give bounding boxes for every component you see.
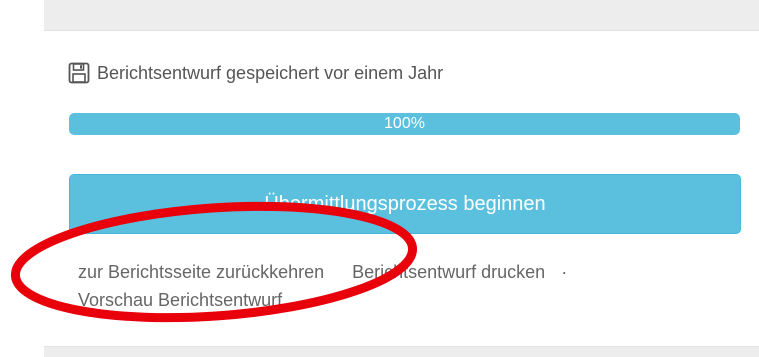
floppy-disk-icon — [67, 61, 91, 85]
preview-draft-link[interactable]: Vorschau Berichtsentwurf — [78, 290, 282, 310]
back-to-report-link[interactable]: zur Berichtsseite zurückkehren — [78, 262, 324, 282]
page: Berichtsentwurf gespeichert vor einem Ja… — [0, 0, 759, 357]
link-separator-dot: · — [561, 262, 568, 282]
start-submission-button[interactable]: Übermittlungsprozess beginnen — [69, 174, 741, 234]
progress-label: 100% — [384, 115, 425, 132]
action-links: zur Berichtsseite zurückkehren Berichtsen… — [78, 258, 718, 314]
save-status: Berichtsentwurf gespeichert vor einem Ja… — [67, 60, 443, 86]
bottom-panel-bar — [44, 346, 759, 357]
progress-bar: 100% — [69, 113, 740, 135]
save-status-text: Berichtsentwurf gespeichert vor einem Ja… — [97, 62, 444, 83]
print-draft-link[interactable]: Berichtsentwurf drucken — [352, 262, 545, 282]
top-panel-bar — [44, 0, 759, 31]
